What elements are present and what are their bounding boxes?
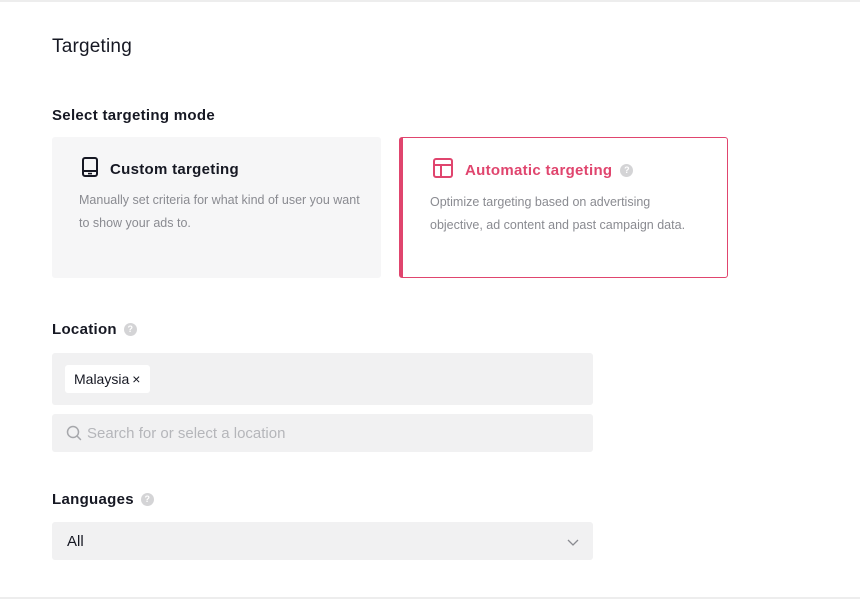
location-label-row: Location ?	[52, 321, 137, 338]
location-tag-label: Malaysia	[74, 371, 130, 387]
search-icon	[66, 425, 82, 441]
close-icon[interactable]: ×	[132, 371, 140, 387]
languages-selected-value: All	[67, 533, 84, 550]
chevron-down-icon	[567, 535, 579, 547]
custom-targeting-header: Custom targeting	[82, 157, 239, 182]
custom-targeting-card[interactable]: Custom targeting Manually set criteria f…	[52, 137, 381, 278]
custom-targeting-title: Custom targeting	[110, 161, 239, 178]
location-label: Location	[52, 321, 117, 338]
automatic-targeting-card[interactable]: Automatic targeting ? Optimize targeting…	[399, 137, 728, 278]
layout-icon	[433, 158, 453, 183]
tablet-icon	[82, 157, 98, 182]
custom-targeting-description: Manually set criteria for what kind of u…	[79, 193, 360, 230]
automatic-targeting-description: Optimize targeting based on advertising …	[430, 195, 686, 232]
languages-label-row: Languages ?	[52, 491, 154, 508]
location-search-input[interactable]	[87, 414, 577, 452]
targeting-mode-label: Select targeting mode	[52, 107, 216, 124]
automatic-targeting-header: Automatic targeting ?	[433, 158, 634, 183]
help-icon[interactable]: ?	[620, 164, 634, 177]
top-divider	[0, 0, 860, 2]
help-icon[interactable]: ?	[123, 323, 137, 336]
languages-label: Languages	[52, 491, 134, 508]
help-icon[interactable]: ?	[140, 493, 154, 506]
automatic-targeting-title: Automatic targeting	[465, 162, 613, 179]
page-title: Targeting	[52, 36, 132, 57]
location-tag-field[interactable]: Malaysia ×	[52, 353, 593, 405]
location-search-box[interactable]	[52, 414, 593, 452]
languages-select[interactable]: All	[52, 522, 593, 560]
location-tag: Malaysia ×	[65, 365, 151, 393]
